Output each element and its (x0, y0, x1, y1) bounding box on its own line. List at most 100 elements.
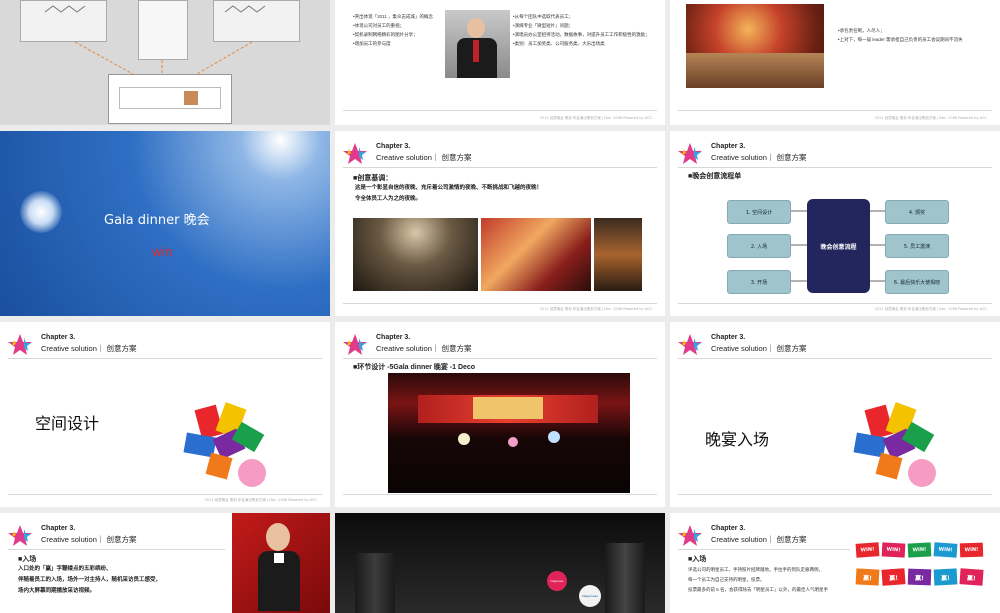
bullet-item: •演绎专业「微型短片」问题； (513, 23, 574, 28)
hall-pillar (355, 553, 395, 613)
chapter-subtitle: Creative solution｜ 创意方案 (711, 344, 807, 353)
happiness-badge-1: Happiness (547, 571, 567, 591)
star-logo-icon (678, 334, 702, 355)
chapter-label: Chapter 3. (711, 334, 746, 341)
bullet-item: •上对下，每一届 leader 需承担自己负责的员工会议期间不流失 (838, 37, 963, 42)
process-center: 晚会创意流程 (807, 199, 870, 293)
footer-divider (343, 303, 657, 304)
chapter-subtitle: Creative solution｜ 创意方案 (376, 344, 472, 353)
desert-photo (686, 4, 824, 88)
bullet-item: •契机录制网络精彩的图片分享； (353, 32, 418, 37)
slide-star-employee[interactable]: •突出体现「2011 ，集众志成城」的概念 •体现公司对员工的重视； •契机录制… (335, 0, 665, 125)
footer-divider (8, 494, 322, 495)
happiness-badge-2: Happiness (579, 585, 601, 607)
win-sign: WIN! (959, 542, 984, 558)
win-signs: WIN! WIN! WIN! WIN! WIN! 赢! 赢! 赢! 赢! 赢! (855, 542, 996, 586)
win-sign: WIN! (933, 542, 958, 558)
section-title: ■环节设计 -5Gala dinner 晚宴 -1 Deco (353, 364, 476, 371)
win-sign: 赢! (933, 568, 958, 586)
bullets-right: •从每个团队中选取代表员工； •演绎专业「微型短片」问题； •演唱员办公室招待活… (513, 12, 653, 48)
slide-sketch-stage[interactable] (0, 0, 330, 125)
vote-line: 评选公司的明星员工，手持照片招牌踏地，手拉手的到队走廊两侧， (688, 567, 823, 572)
star-logo-icon (8, 525, 32, 546)
footer-divider (678, 494, 992, 495)
footer-divider (678, 303, 992, 304)
process-step-2: 2. 入场 (727, 234, 791, 258)
header-divider (343, 167, 657, 168)
slide-dark-hall[interactable]: Happiness Happiness (335, 513, 665, 613)
slide-title: Gala dinner 晚会 (104, 213, 210, 228)
sketch-stage-drawing (108, 74, 232, 124)
win-sign: 赢! (907, 568, 932, 586)
entrance-line: 入口处的「赢」字鞭缕点的五彩缤纷、 (18, 566, 112, 572)
bullets-left: •突出体现「2011 ，集众志成城」的概念 •体现公司对员工的重视； •契机录制… (353, 12, 448, 48)
presenter-photo (445, 10, 510, 78)
bullet-item: •从每个团队中选取代表员工； (513, 14, 574, 19)
process-step-3: 3. 开场 (727, 270, 791, 294)
header-divider (678, 549, 850, 550)
slide-entrance-host[interactable]: Chapter 3. Creative solution｜ 创意方案 ■入场 入… (0, 513, 330, 613)
star-logo-icon (8, 334, 32, 355)
win-sign: WIN! (855, 542, 880, 558)
slide-footer: 2011 创意晚会 策划 年会演出策划方案 | Dec. 2006 Powere… (874, 307, 988, 311)
star-logo-icon (678, 525, 702, 546)
footer-divider (343, 110, 657, 111)
footer-divider (343, 494, 657, 495)
footer-divider (678, 110, 992, 111)
slide-dinner-entrance[interactable]: Chapter 3. Creative solution｜ 创意方案 晚宴入场 (670, 322, 1000, 507)
header-divider (678, 358, 992, 359)
chapter-label: Chapter 3. (41, 525, 76, 532)
colorful-star-graphic (183, 402, 266, 487)
header-divider (343, 358, 657, 359)
process-step-6: 6. 最后快乐大使揭晓 (885, 270, 949, 294)
win-sign: 赢! (881, 568, 906, 586)
slide-star-vote[interactable]: Chapter 3. Creative solution｜ 创意方案 ■入场 评… (670, 513, 1000, 613)
slide-space-design[interactable]: Chapter 3. Creative solution｜ 创意方案 空间设计 … (0, 322, 330, 507)
slide-footer: 2011 创意晚会 策划 年会演出策划方案 | Dec. 2006 Powere… (874, 116, 988, 120)
chapter-label: Chapter 3. (41, 334, 76, 341)
crowd-photo-1 (353, 218, 478, 291)
win-sign: WIN! (881, 542, 906, 558)
chapter-label: Chapter 3. (376, 143, 411, 150)
slide-process-chart[interactable]: Chapter 3. Creative solution｜ 创意方案 ■晚会创意… (670, 131, 1000, 316)
section-title: ■入场 (688, 556, 707, 563)
vote-line: 每一个员工为自己支持的明星，投票。 (688, 577, 765, 582)
slide-header: Chapter 3. Creative solution｜ 创意方案 (6, 332, 316, 358)
chapter-subtitle: Creative solution｜ 创意方案 (41, 535, 137, 544)
tone-line: 令全体员工人为之的夜晚。 (355, 196, 422, 202)
slide-responsibility[interactable]: •承包责任制，人尽人； •上对下，每一届 leader 需承担自己负责的员工会议… (670, 0, 1000, 125)
star-logo-icon (343, 334, 367, 355)
vote-line: 投票最多的前 5 名，会获得除去「明星员工」以外，的最佳人气明星手 (688, 587, 829, 592)
slide-deco-design[interactable]: Chapter 3. Creative solution｜ 创意方案 ■环节设计… (335, 322, 665, 507)
header-divider (8, 358, 322, 359)
colorful-star-graphic (853, 402, 936, 487)
star-logo-icon (343, 143, 367, 164)
bullet-item: •承包责任制，人尽人； (838, 28, 885, 33)
bullets: •承包责任制，人尽人； •上对下，每一届 leader 需承担自己负责的员工会议… (838, 26, 978, 44)
slide-footer: 2011 创意晚会 策划 年会演出策划方案 | Dec. 2006 Powere… (204, 498, 318, 502)
chapter-subtitle: Creative solution｜ 创意方案 (376, 153, 472, 162)
header-divider (8, 549, 225, 550)
win-sign: 赢! (959, 568, 984, 586)
entrance-line: 伴随着员工的入场，场外一对主持人，随机采访员工感受， (18, 577, 162, 583)
slide-creative-tone[interactable]: Chapter 3. Creative solution｜ 创意方案 ■创意基调… (335, 131, 665, 316)
entrance-line: 场内大屏幕同期播放采访视频。 (18, 588, 96, 594)
tone-line: 这是一个彰显自信的夜晚、充斥着公司激情的夜晚、不断挑战和飞越的夜晚！ (355, 185, 543, 191)
tone-text: 这是一个彰显自信的夜晚、充斥着公司激情的夜晚、不断挑战和飞越的夜晚！ 令全体员工… (355, 183, 655, 205)
section-title: ■入场 (18, 556, 37, 563)
bullet-item: •类别：员工加奖类、公司服务类、大乐出场类 (513, 41, 605, 46)
chapter-subtitle: Creative solution｜ 创意方案 (41, 344, 137, 353)
section-title: ■创意基调： (353, 175, 393, 182)
hall-pillar (605, 543, 645, 613)
glow-orb (20, 191, 62, 233)
process-step-1: 1. 空间设计 (727, 200, 791, 224)
bullet-item: •演唱员办公室招待活动，数据故事，对提升员工工作积极性的激励； (513, 32, 650, 37)
slide-header: Chapter 3. Creative solution｜ 创意方案 (341, 141, 651, 167)
bullet-item: •增加员工的参与度 (353, 41, 391, 46)
win-tag: win (152, 245, 173, 259)
slide-header: Chapter 3. Creative solution｜ 创意方案 (341, 332, 651, 358)
slide-title: 空间设计 (35, 414, 100, 433)
bullet-item: •突出体现「2011 ，集众志成城」的概念 (353, 14, 434, 19)
slide-gala-dinner-title[interactable]: Gala dinner 晚会 win (0, 131, 330, 316)
bullet-item: •体现公司对员工的重视； (353, 23, 405, 28)
